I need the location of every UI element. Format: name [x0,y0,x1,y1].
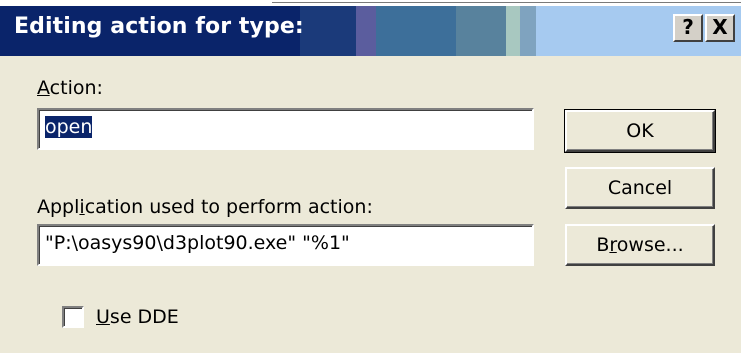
action-value: open [45,116,93,138]
application-input[interactable]: "P:\oasys90\d3plot90.exe" "%1" [37,224,534,266]
browse-button[interactable]: Browse... [565,224,715,266]
application-label: Application used to perform action: [37,196,373,218]
ok-button[interactable]: OK [564,109,716,153]
application-value: "P:\oasys90\d3plot90.exe" "%1" [45,232,350,254]
use-dde-checkbox[interactable] [62,306,84,328]
cancel-button[interactable]: Cancel [565,167,715,209]
use-dde-label[interactable]: Use DDE [96,306,179,328]
help-button[interactable]: ? [673,14,703,42]
action-label: Action: [37,77,103,99]
edit-action-dialog: Editing action for type: ? X Action: ope… [0,0,741,353]
action-input[interactable]: open [37,108,534,150]
title-bar[interactable]: Editing action for type: ? X [0,6,741,56]
close-button[interactable]: X [705,14,735,42]
dialog-title: Editing action for type: [14,14,304,39]
